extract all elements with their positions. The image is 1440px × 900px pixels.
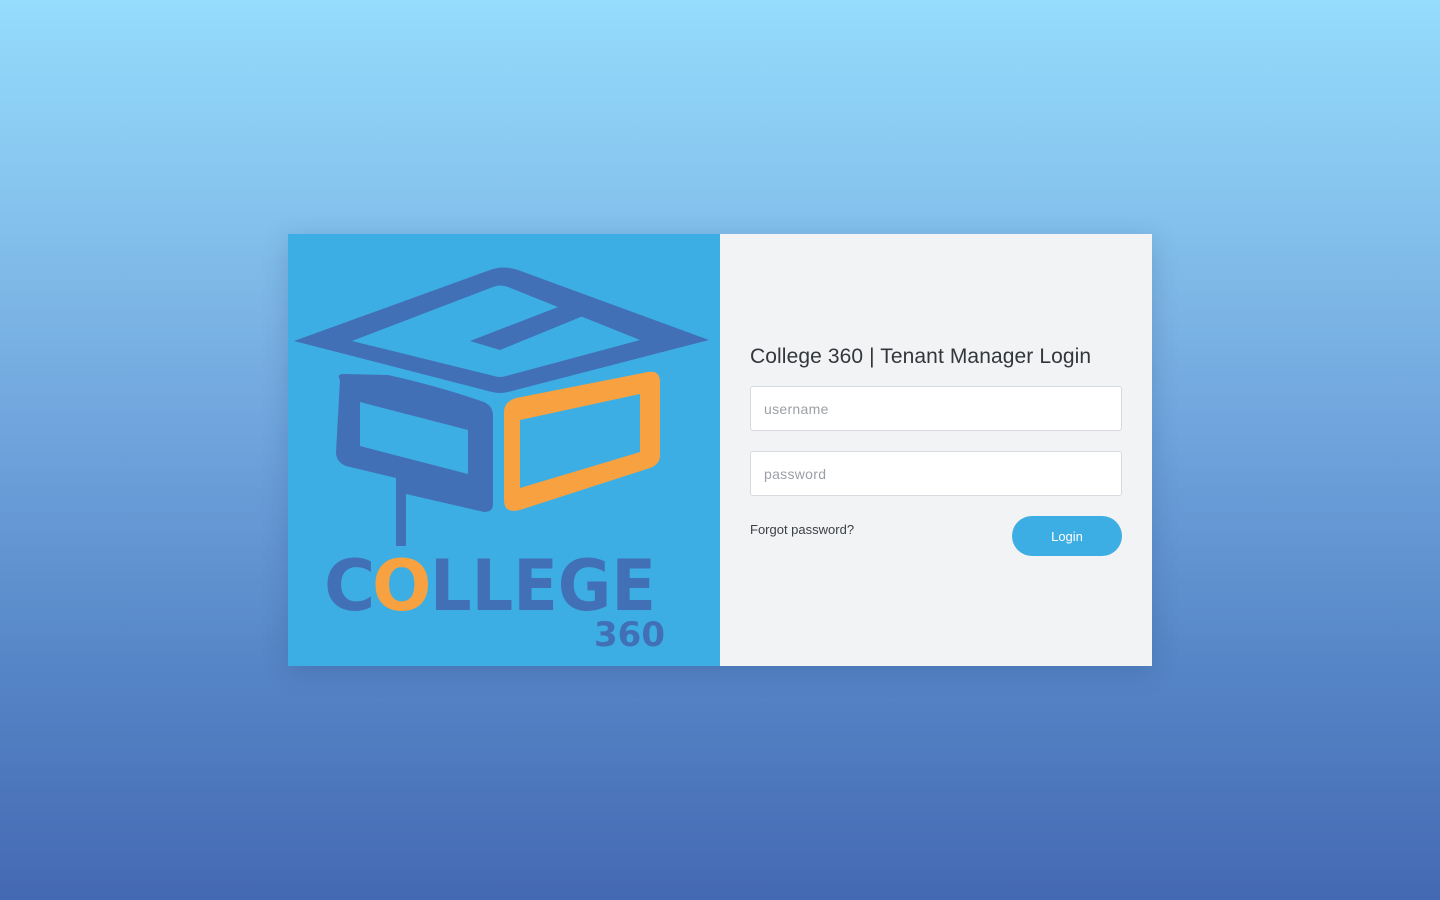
logo-panel: C O LLEGE 360 [288, 234, 720, 666]
logo-letter-c: C [324, 545, 375, 627]
forgot-password-link[interactable]: Forgot password? [750, 522, 854, 537]
college-360-logo-icon: C O LLEGE 360 [294, 267, 709, 655]
logo-subtext-360: 360 [594, 615, 665, 655]
username-input[interactable] [750, 386, 1122, 431]
login-button[interactable]: Login [1012, 516, 1122, 556]
login-title: College 360 | Tenant Manager Login [750, 345, 1092, 368]
login-card: C O LLEGE 360 College 360 | Tenant Manag… [288, 234, 1152, 666]
password-input[interactable] [750, 451, 1122, 496]
login-form-panel: College 360 | Tenant Manager Login Forgo… [720, 234, 1152, 666]
logo-letter-o: O [372, 545, 432, 627]
